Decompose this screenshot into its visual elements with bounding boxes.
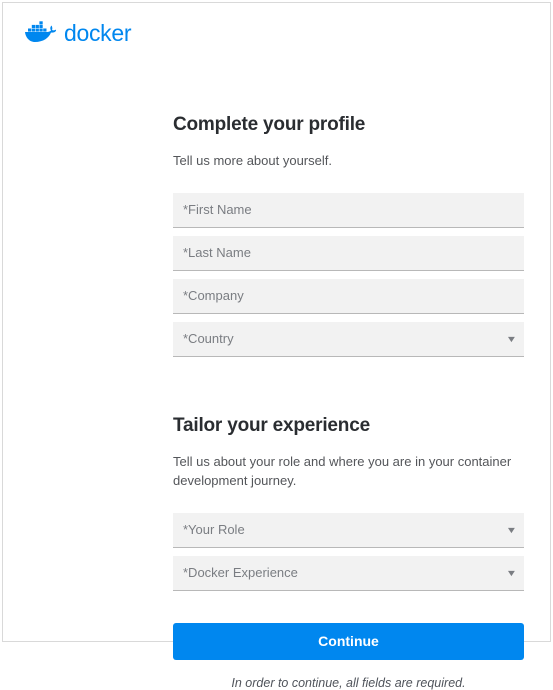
required-note: In order to continue, all fields are req… xyxy=(173,676,524,690)
profile-card: docker Complete your profile Tell us mor… xyxy=(2,2,551,642)
company-field xyxy=(173,279,524,314)
profile-section-title: Complete your profile xyxy=(173,114,524,136)
form-area: Complete your profile Tell us more about… xyxy=(3,114,550,690)
last-name-field xyxy=(173,236,524,271)
company-input[interactable] xyxy=(173,279,524,313)
last-name-input[interactable] xyxy=(173,236,524,270)
profile-section-subtitle: Tell us more about yourself. xyxy=(173,152,524,171)
docker-experience-field: *Docker Experience ▼ xyxy=(173,556,524,591)
docker-experience-select[interactable]: *Docker Experience xyxy=(173,556,524,590)
docker-whale-icon xyxy=(25,19,58,48)
country-select[interactable]: *Country xyxy=(173,322,524,356)
logo-text: docker xyxy=(64,20,131,47)
experience-section: Tailor your experience Tell us about you… xyxy=(173,415,524,690)
experience-section-subtitle: Tell us about your role and where you ar… xyxy=(173,453,524,491)
role-select[interactable]: *Your Role xyxy=(173,513,524,547)
country-field: *Country ▼ xyxy=(173,322,524,357)
role-field: *Your Role ▼ xyxy=(173,513,524,548)
first-name-input[interactable] xyxy=(173,193,524,227)
logo: docker xyxy=(3,3,550,48)
profile-section: Complete your profile Tell us more about… xyxy=(173,114,524,357)
first-name-field xyxy=(173,193,524,228)
continue-button[interactable]: Continue xyxy=(173,623,524,660)
experience-section-title: Tailor your experience xyxy=(173,415,524,437)
